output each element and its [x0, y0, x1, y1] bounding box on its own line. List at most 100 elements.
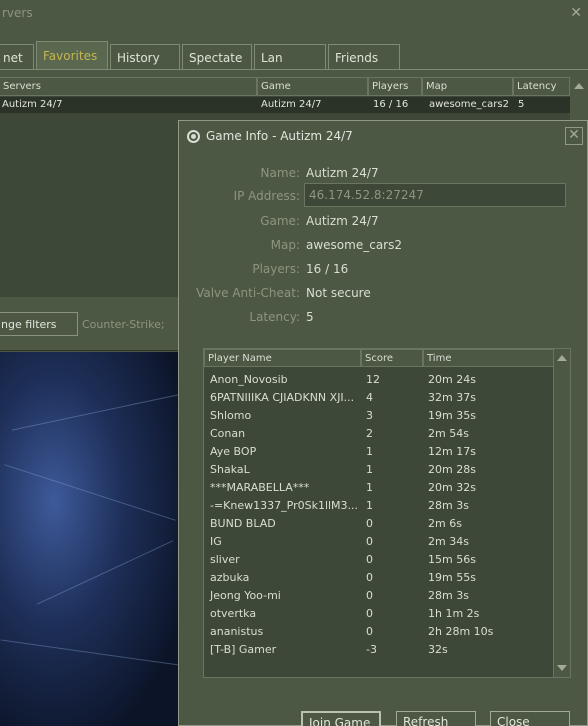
join-game-button[interactable]: Join Game	[301, 711, 381, 726]
scroll-up-icon[interactable]	[557, 355, 567, 361]
player-row[interactable]: otvertka 0 1h 1m 2s	[204, 605, 554, 623]
close-icon[interactable]: ✕	[565, 127, 583, 145]
player-name: Shlomo	[210, 409, 252, 422]
player-row[interactable]: Shlomo 3 19m 35s	[204, 407, 554, 425]
change-filters-button[interactable]: nge filters	[0, 312, 78, 336]
game-info-dialog: Game Info - Autizm 24/7 ✕ Name: Autizm 2…	[178, 120, 588, 726]
column-game[interactable]: Game	[257, 77, 368, 96]
column-player-name[interactable]: Player Name	[204, 349, 361, 367]
player-row[interactable]: sliver 0 15m 56s	[204, 551, 554, 569]
player-row[interactable]: IG 0 2m 34s	[204, 533, 554, 551]
player-name: Anon_Novosib	[210, 373, 288, 386]
refresh-button[interactable]: Refresh	[396, 711, 476, 726]
player-name: otvertka	[210, 607, 257, 620]
player-row[interactable]: -=Knew1337_Pr0Sk1llM3... 1 28m 3s	[204, 497, 554, 515]
players-value: 16 / 16	[306, 262, 349, 276]
player-row[interactable]: ananistus 0 2h 28m 10s	[204, 623, 554, 641]
tab-history[interactable]: History	[110, 44, 180, 70]
player-list-scrollbar[interactable]	[553, 349, 570, 677]
filters-summary: Counter-Strike;	[82, 318, 165, 331]
tab-divider	[0, 69, 588, 70]
server-row[interactable]: Autizm 24/7 Autizm 24/7 16 / 16 awesome_…	[0, 97, 570, 113]
player-score: 0	[366, 535, 373, 548]
vac-label: Valve Anti-Cheat:	[196, 286, 300, 300]
ip-address-field[interactable]: 46.174.52.8:27247	[304, 183, 566, 207]
player-time: 2m 54s	[428, 427, 469, 440]
player-row[interactable]: ShakaL 1 20m 28s	[204, 461, 554, 479]
name-label: Name:	[260, 166, 300, 180]
streak	[11, 394, 179, 431]
player-time: 32m 37s	[428, 391, 476, 404]
player-time: 19m 35s	[428, 409, 476, 422]
column-map[interactable]: Map	[422, 77, 513, 96]
player-score: 0	[366, 517, 373, 530]
player-row[interactable]: BUND BLAD 0 2m 6s	[204, 515, 554, 533]
divider	[0, 350, 180, 351]
name-value: Autizm 24/7	[306, 166, 379, 180]
player-score: 0	[366, 625, 373, 638]
column-score[interactable]: Score	[361, 349, 423, 367]
scroll-down-icon[interactable]	[557, 665, 567, 671]
server-latency: 5	[518, 99, 525, 110]
scroll-up-icon[interactable]	[574, 83, 584, 89]
player-name: -=Knew1337_Pr0Sk1llM3...	[210, 499, 359, 512]
player-time: 32s	[428, 643, 448, 656]
player-row[interactable]: Conan 2 2m 54s	[204, 425, 554, 443]
column-latency[interactable]: Latency	[513, 77, 570, 96]
player-time: 2m 34s	[428, 535, 469, 548]
player-name: azbuka	[210, 571, 250, 584]
player-name: sliver	[210, 553, 240, 566]
player-score: 1	[366, 499, 373, 512]
server-name: Autizm 24/7	[2, 99, 63, 110]
player-time: 2m 6s	[428, 517, 462, 530]
column-time[interactable]: Time	[423, 349, 554, 367]
player-name: IG	[210, 535, 222, 548]
ip-label: IP Address:	[233, 189, 300, 203]
player-time: 28m 3s	[428, 589, 469, 602]
streak	[36, 540, 174, 605]
player-name: ananistus	[210, 625, 264, 638]
player-row[interactable]: Anon_Novosib 12 20m 24s	[204, 371, 554, 389]
player-score: 0	[366, 607, 373, 620]
player-row[interactable]: [T-B] Gamer -3 32s	[204, 641, 554, 659]
streak	[4, 464, 176, 521]
player-row[interactable]: ***MARABELLA*** 1 20m 32s	[204, 479, 554, 497]
latency-value: 5	[306, 310, 314, 324]
steam-icon	[187, 130, 200, 143]
close-button[interactable]: Close	[490, 711, 570, 726]
player-row[interactable]: azbuka 0 19m 55s	[204, 569, 554, 587]
player-score: 0	[366, 589, 373, 602]
player-score: 1	[366, 445, 373, 458]
player-name: BUND BLAD	[210, 517, 276, 530]
players-label: Players:	[252, 262, 300, 276]
player-row[interactable]: 6PATNIIIKA CJIADKNN XJI... 4 32m 37s	[204, 389, 554, 407]
tab-favorites[interactable]: Favorites	[36, 41, 108, 70]
player-row[interactable]: Aye BOP 1 12m 17s	[204, 443, 554, 461]
tab-spectate[interactable]: Spectate	[182, 44, 252, 70]
player-time: 2h 28m 10s	[428, 625, 494, 638]
player-name: [T-B] Gamer	[210, 643, 277, 656]
column-players[interactable]: Players	[368, 77, 422, 96]
close-icon[interactable]: ✕	[570, 5, 582, 21]
background-image	[0, 352, 180, 726]
tab-friends[interactable]: Friends	[328, 44, 400, 70]
player-score: 0	[366, 571, 373, 584]
player-time: 20m 24s	[428, 373, 476, 386]
player-score: 1	[366, 463, 373, 476]
player-score: 4	[366, 391, 373, 404]
player-name: 6PATNIIIKA CJIADKNN XJI...	[210, 391, 355, 404]
tab-lan[interactable]: Lan	[254, 44, 326, 70]
latency-label: Latency:	[249, 310, 300, 324]
player-score: 1	[366, 481, 373, 494]
map-value: awesome_cars2	[306, 238, 402, 252]
player-time: 20m 28s	[428, 463, 476, 476]
column-servers[interactable]: Servers	[0, 77, 257, 96]
tab-internet[interactable]: net	[0, 44, 34, 70]
game-value: Autizm 24/7	[306, 214, 379, 228]
player-score: 12	[366, 373, 380, 386]
player-list: Player Name Score Time Anon_Novosib 12 20m…	[203, 348, 571, 678]
map-label: Map:	[270, 238, 300, 252]
game-label: Game:	[260, 214, 300, 228]
server-players: 16 / 16	[373, 99, 409, 110]
player-row[interactable]: Jeong Yoo-mi 0 28m 3s	[204, 587, 554, 605]
